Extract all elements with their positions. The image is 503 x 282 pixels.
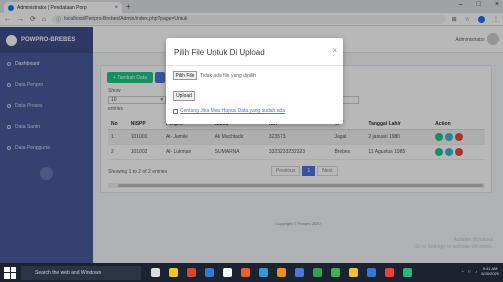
xampp-icon[interactable] (277, 268, 286, 277)
taskbar-apps (151, 268, 412, 277)
delete-existing-option[interactable]: Centang Jika Mau Hapus Data yang sudah a… (173, 108, 285, 114)
choose-file-button[interactable]: Pilih File (173, 71, 197, 80)
upload-button[interactable]: Upload (173, 91, 195, 101)
volume-icon[interactable]: ♪ (475, 269, 477, 274)
delete-existing-checkbox[interactable] (173, 108, 178, 114)
app-icon[interactable] (403, 268, 412, 277)
modal-title: Pilih File Untuk Di Upload (174, 48, 265, 57)
file-explorer-icon[interactable] (169, 268, 178, 277)
taskbar: Search the web and Windows ^ ⚐ ♪ 9:41 AM… (0, 263, 503, 282)
windows-start-icon[interactable] (4, 266, 16, 279)
task-view-icon[interactable] (151, 268, 160, 277)
opera-icon[interactable] (187, 268, 196, 277)
system-tray: ^ ⚐ ♪ 9:41 AM 6/30/2020 (462, 266, 499, 276)
clock[interactable]: 9:41 AM 6/30/2020 (481, 266, 499, 276)
checkbox-label[interactable]: Centang Jika Mau Hapus Data yang sudah a… (180, 108, 285, 114)
firefox-icon[interactable] (241, 268, 250, 277)
network-icon[interactable]: ⚐ (468, 269, 472, 274)
sticky-notes-icon[interactable] (349, 268, 358, 277)
store-icon[interactable] (223, 268, 232, 277)
word-icon[interactable] (295, 268, 304, 277)
divider (166, 65, 343, 66)
edge-icon[interactable] (205, 268, 214, 277)
app-icon[interactable] (367, 268, 376, 277)
app-icon[interactable] (259, 268, 268, 277)
no-file-label: Tidak ada file yang dipilih (200, 73, 256, 79)
tray-chevron-icon[interactable]: ^ (462, 269, 464, 274)
excel-icon[interactable] (313, 268, 322, 277)
taskbar-search-input[interactable]: Search the web and Windows (21, 265, 141, 280)
date: 6/30/2020 (481, 271, 499, 276)
upload-modal: Pilih File Untuk Di Upload × Pilih File … (166, 38, 343, 124)
chrome-icon[interactable] (385, 268, 394, 277)
close-icon[interactable]: × (332, 46, 337, 55)
drive-icon[interactable] (331, 268, 340, 277)
